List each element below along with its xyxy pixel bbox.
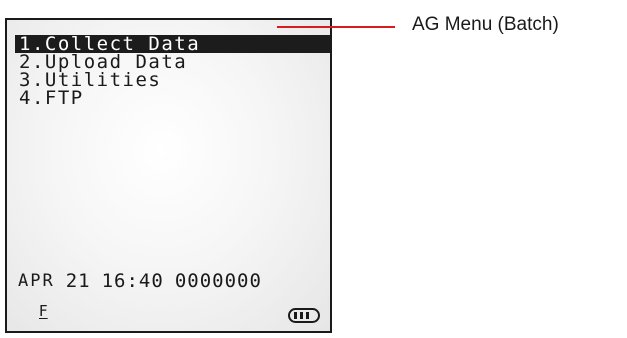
main-menu: 1.Collect Data 2.Upload Data 3.Utilities…	[15, 35, 330, 108]
status-line: APR 21 16:40 0000000	[18, 270, 262, 292]
function-key-indicator: F	[39, 302, 48, 320]
date-month: APR	[18, 271, 55, 291]
callout-label: AG Menu (Batch)	[412, 14, 559, 35]
battery-full-icon	[288, 308, 320, 323]
device-screen: 1.Collect Data 2.Upload Data 3.Utilities…	[5, 18, 332, 333]
callout-line	[277, 26, 395, 28]
menu-item-ftp[interactable]: 4.FTP	[15, 89, 330, 108]
record-counter: 0000000	[174, 270, 262, 292]
battery-level-bar	[300, 312, 303, 319]
clock-time: 16:40	[101, 270, 164, 292]
date-day: 21	[65, 270, 91, 292]
figure: 1.Collect Data 2.Upload Data 3.Utilities…	[0, 0, 627, 338]
battery-level-bar	[306, 312, 309, 319]
battery-level-bar	[294, 312, 297, 319]
